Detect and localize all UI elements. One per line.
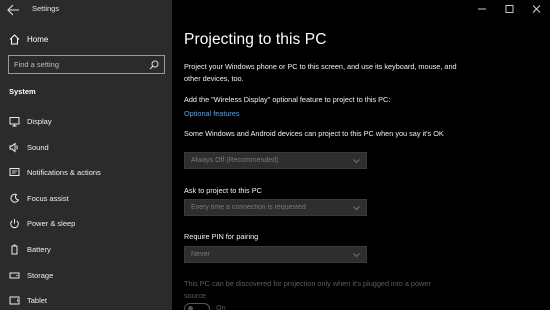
- wireless-display-label: Add the "Wireless Display" optional feat…: [184, 95, 391, 104]
- focus-assist-icon: [10, 193, 20, 203]
- maximize-icon: [505, 5, 514, 13]
- sidebar-item-label: Display: [27, 117, 52, 126]
- dropdown-value: Always Off (Recommended): [191, 157, 279, 164]
- plugged-in-discovery-label: This PC can be discovered for projection…: [184, 279, 431, 300]
- ask-project-label: Ask to project to this PC: [184, 186, 262, 195]
- sidebar: Settings Home System Display Sound Notif…: [0, 0, 172, 310]
- search-icon[interactable]: [149, 60, 159, 70]
- sidebar-item-label: Battery: [27, 245, 51, 254]
- search-box[interactable]: [8, 55, 165, 74]
- home-icon: [9, 34, 20, 45]
- sidebar-item-label: Notifications & actions: [27, 168, 101, 177]
- sidebar-item-tablet[interactable]: Tablet: [0, 290, 172, 310]
- sidebar-item-label: Tablet: [27, 296, 48, 305]
- display-icon: [9, 117, 20, 127]
- maximize-button[interactable]: [496, 0, 523, 18]
- toggle-knob: [188, 306, 193, 310]
- sidebar-item-home[interactable]: Home: [0, 30, 172, 50]
- chevron-down-icon: [353, 159, 360, 164]
- close-button[interactable]: [523, 0, 550, 18]
- storage-icon: [9, 272, 20, 279]
- sidebar-item-focus-assist[interactable]: Focus assist: [0, 188, 172, 210]
- notifications-icon: [9, 168, 20, 176]
- sidebar-item-label: Storage: [27, 271, 54, 280]
- minimize-button[interactable]: [469, 0, 496, 18]
- window-title: Settings: [32, 4, 60, 13]
- toggle-state-label: On: [216, 303, 226, 310]
- dropdown-value: Never: [191, 251, 210, 258]
- sidebar-item-label: Power & sleep: [27, 219, 76, 228]
- sidebar-item-notifications[interactable]: Notifications & actions: [0, 162, 172, 184]
- chevron-down-icon: [353, 253, 360, 258]
- minimize-icon: [478, 8, 486, 10]
- battery-icon: [11, 244, 18, 255]
- page-description: Project your Windows phone or PC to this…: [184, 62, 457, 83]
- main-content: Projecting to this PC Project your Windo…: [172, 0, 550, 310]
- home-label: Home: [27, 35, 49, 44]
- plugged-in-toggle[interactable]: [184, 303, 210, 310]
- sound-icon: [9, 142, 18, 153]
- sidebar-item-label: Focus assist: [27, 194, 69, 203]
- page-title: Projecting to this PC: [184, 31, 327, 48]
- sidebar-item-battery[interactable]: Battery: [0, 239, 172, 261]
- sidebar-item-sound[interactable]: Sound: [0, 137, 172, 159]
- sidebar-item-storage[interactable]: Storage: [0, 265, 172, 287]
- power-icon: [10, 219, 19, 229]
- tablet-icon: [9, 296, 20, 305]
- chevron-down-icon: [353, 206, 360, 211]
- optional-features-link[interactable]: Optional features: [184, 109, 240, 118]
- sidebar-item-label: Sound: [27, 143, 49, 152]
- title-bar: Settings: [0, 0, 172, 18]
- close-icon: [532, 5, 541, 13]
- ask-project-dropdown[interactable]: Every time a connection is requested: [184, 199, 367, 216]
- devices-project-label: Some Windows and Android devices can pro…: [184, 129, 444, 138]
- back-button[interactable]: [6, 3, 20, 16]
- devices-project-dropdown[interactable]: Always Off (Recommended): [184, 152, 367, 169]
- section-label-system: System: [9, 87, 36, 96]
- back-arrow-icon: [7, 4, 19, 16]
- require-pin-label: Require PIN for pairing: [184, 232, 259, 241]
- require-pin-dropdown[interactable]: Never: [184, 246, 367, 263]
- sidebar-item-display[interactable]: Display: [0, 111, 172, 133]
- search-input[interactable]: [14, 58, 144, 71]
- window-controls: [469, 0, 550, 18]
- sidebar-item-power-sleep[interactable]: Power & sleep: [0, 213, 172, 235]
- dropdown-value: Every time a connection is requested: [191, 204, 306, 211]
